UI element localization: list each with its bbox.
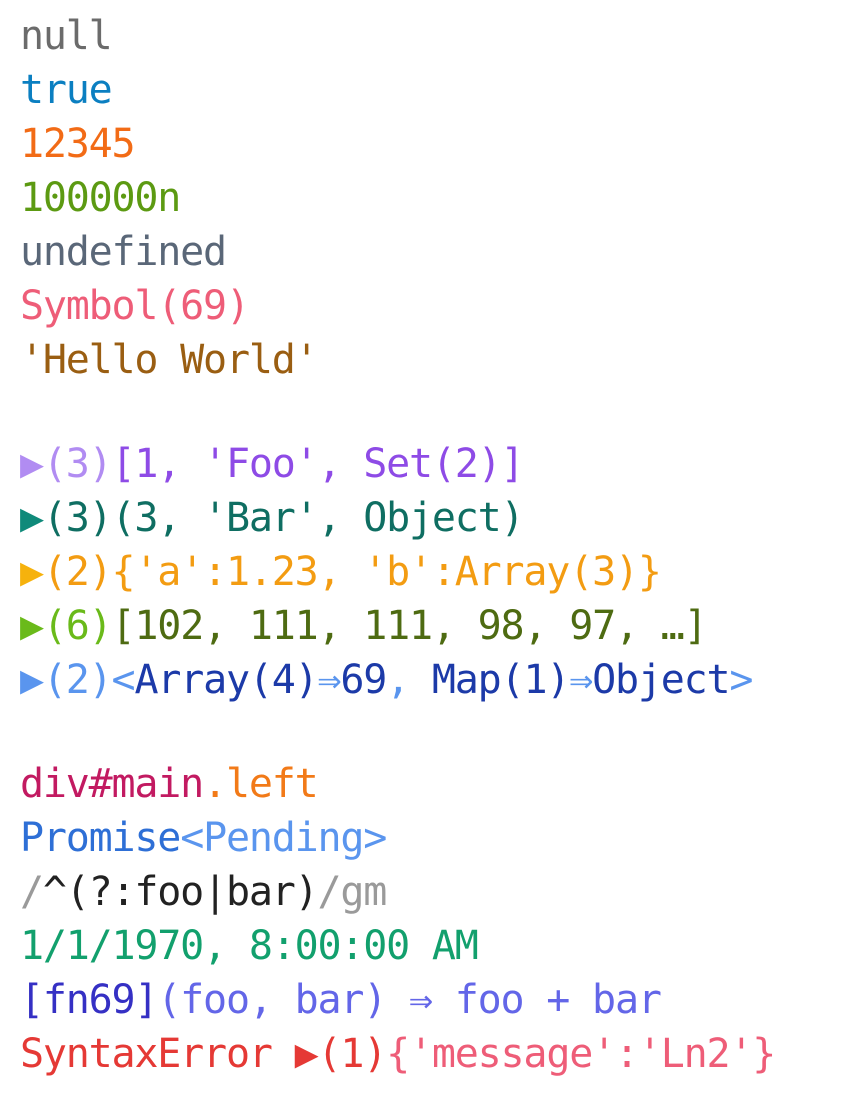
- promise-name: Promise: [20, 815, 181, 861]
- buffer-preview: [102, 111, 111, 98, 97, …]: [111, 603, 708, 649]
- boolean-value: true: [20, 67, 113, 113]
- promise-state: <Pending>: [180, 815, 387, 861]
- map-open: <: [111, 657, 136, 703]
- regex-close: /: [317, 869, 341, 915]
- regex-body: ^(?:foo|bar): [42, 869, 319, 915]
- map-arrow-icon: ⇒: [569, 657, 593, 703]
- map-value-2: Object: [592, 657, 730, 703]
- object-preview: {'a':1.23, 'b':Array(3)}: [111, 549, 662, 595]
- map-size: (2): [42, 657, 113, 703]
- bigint-value: 100000n: [20, 175, 181, 221]
- function-row[interactable]: [fn69](foo, bar) ⇒ foo + bar: [20, 973, 860, 1027]
- expand-triangle-icon[interactable]: ▶: [20, 491, 44, 545]
- error-row[interactable]: SyntaxError ▶(1){'message':'Ln2'}: [20, 1027, 860, 1081]
- expand-triangle-icon[interactable]: ▶: [20, 599, 44, 653]
- buffer-length: (6): [42, 603, 113, 649]
- map-value-1: 69: [340, 657, 387, 703]
- null-value: null: [20, 13, 113, 59]
- element-class: .left: [203, 761, 319, 807]
- date-value: 1/1/1970, 8:00:00 AM: [20, 923, 479, 969]
- tuple-length: (3): [42, 495, 113, 541]
- object-size: (2): [42, 549, 113, 595]
- promise-row[interactable]: Promise<Pending>: [20, 811, 860, 865]
- symbol-value: Symbol(69): [20, 283, 250, 329]
- map-key-1: Array(4): [134, 657, 318, 703]
- map-key-2: Map(1): [431, 657, 570, 703]
- regex-open: /: [20, 869, 44, 915]
- expand-triangle-icon[interactable]: ▶: [20, 437, 44, 491]
- map-row[interactable]: ▶(2)<Array(4)⇒69, Map(1)⇒Object>: [20, 653, 860, 707]
- element-row[interactable]: div#main.left: [20, 757, 860, 811]
- console-output: null true 12345 100000n undefined Symbol…: [20, 9, 860, 1081]
- array-length: (3): [42, 441, 113, 487]
- array-row[interactable]: ▶(3)[1, 'Foo', Set(2)]: [20, 437, 860, 491]
- error-name: SyntaxError: [20, 1031, 295, 1077]
- expand-triangle-icon[interactable]: ▶: [20, 545, 44, 599]
- map-close: >: [729, 657, 753, 703]
- tuple-preview: (3, 'Bar', Object): [111, 495, 525, 541]
- undefined-value: undefined: [20, 229, 227, 275]
- function-name: [fn69]: [20, 977, 158, 1023]
- map-arrow-icon: ⇒: [317, 657, 342, 703]
- expand-triangle-icon[interactable]: ▶: [20, 653, 44, 707]
- number-value: 12345: [20, 121, 136, 167]
- error-size: (1): [317, 1031, 387, 1077]
- regex-row: /^(?:foo|bar)/gm: [20, 865, 860, 919]
- error-preview: {'message':'Ln2'}: [386, 1031, 776, 1077]
- tuple-row[interactable]: ▶(3)(3, 'Bar', Object): [20, 491, 860, 545]
- array-preview: [1, 'Foo', Set(2)]: [111, 441, 525, 487]
- element-tag: div#main: [20, 761, 204, 807]
- string-value: 'Hello World': [20, 337, 319, 383]
- regex-flags: gm: [340, 869, 387, 915]
- buffer-row[interactable]: ▶(6)[102, 111, 111, 98, 97, …]: [20, 599, 860, 653]
- function-signature: (foo, bar) ⇒ foo + bar: [157, 977, 662, 1023]
- object-row[interactable]: ▶(2){'a':1.23, 'b':Array(3)}: [20, 545, 860, 599]
- map-separator: ,: [386, 657, 432, 703]
- expand-triangle-icon[interactable]: ▶: [295, 1027, 319, 1081]
